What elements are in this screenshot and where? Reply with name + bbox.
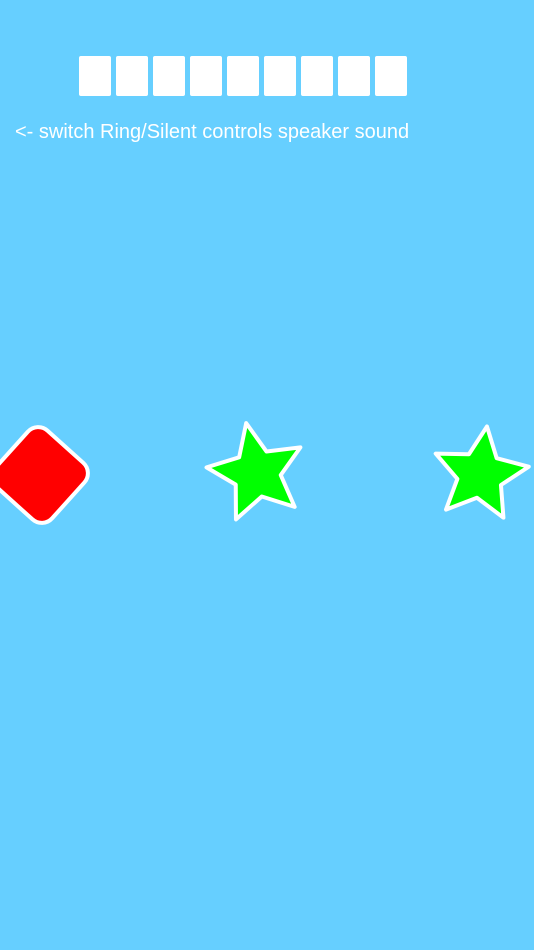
red-square-shape[interactable] <box>0 421 94 528</box>
green-star-icon <box>433 424 531 520</box>
game-field <box>0 413 533 528</box>
green-star-shape-2[interactable] <box>428 420 533 520</box>
green-star-shape-1[interactable] <box>199 413 312 523</box>
green-star-icon <box>204 421 303 522</box>
red-square-icon <box>0 425 90 525</box>
